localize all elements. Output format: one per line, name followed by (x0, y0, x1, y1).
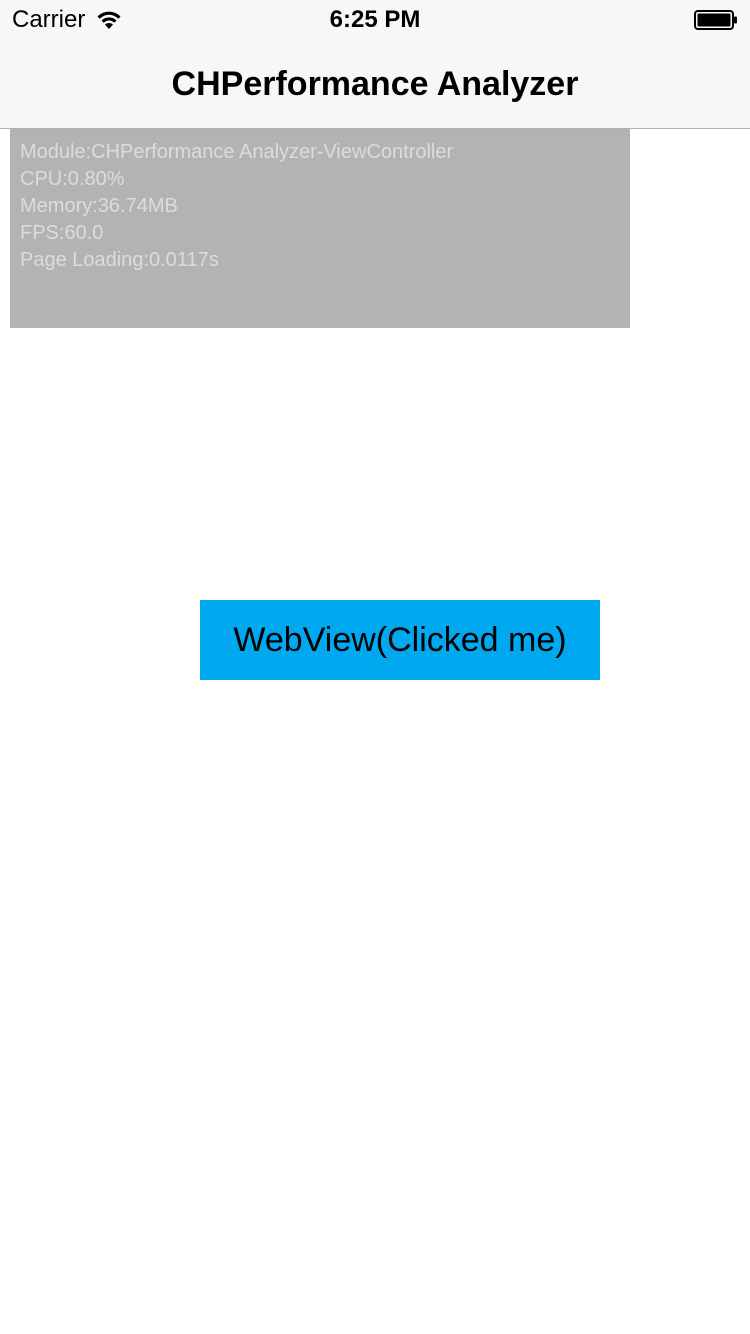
battery-icon (694, 10, 738, 30)
status-bar: Carrier 6:25 PM (0, 0, 750, 40)
page-title: CHPerformance Analyzer (171, 65, 579, 103)
memory-label: Memory:36.74MB (20, 195, 178, 217)
status-time: 6:25 PM (329, 6, 421, 33)
module-label: Module:CHPerformance Analyzer-ViewContro… (20, 141, 454, 163)
fps-label: FPS:60.0 (20, 222, 104, 244)
navigation-bar: CHPerformance Analyzer (0, 40, 750, 129)
webview-button[interactable]: WebView(Clicked me) (200, 600, 600, 680)
page-loading-label: Page Loading:0.0117s (20, 249, 219, 271)
performance-panel: Module:CHPerformance Analyzer-ViewContro… (10, 129, 630, 328)
cpu-label: CPU:0.80% (20, 168, 125, 190)
